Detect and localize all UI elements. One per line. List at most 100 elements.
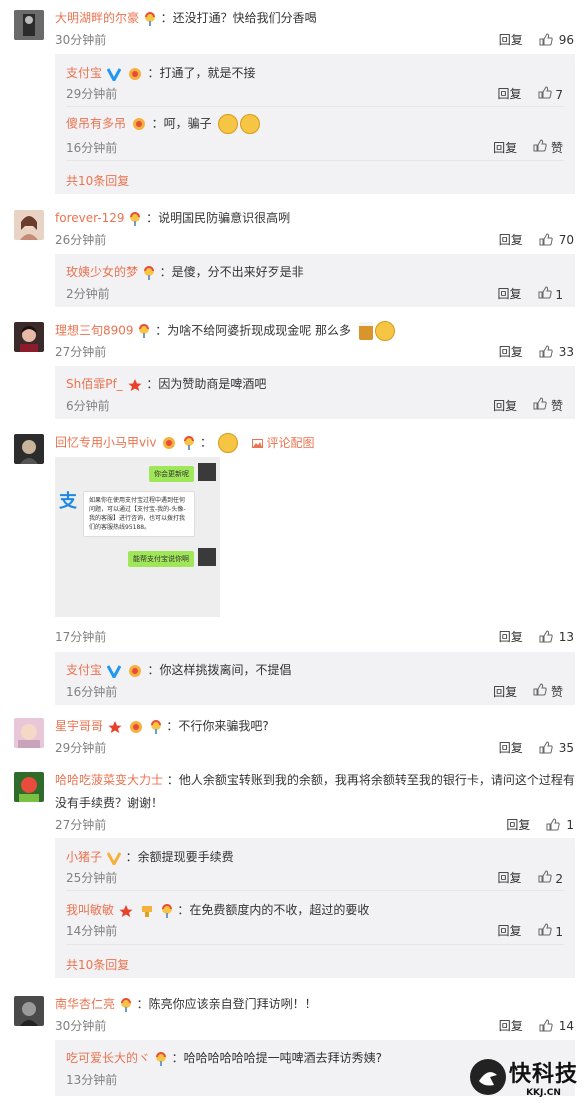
- avatar[interactable]: [14, 772, 44, 802]
- username[interactable]: 小猪子: [66, 850, 102, 864]
- avatar[interactable]: [14, 10, 44, 40]
- rainbow-badge-icon: [120, 997, 131, 1012]
- like-button[interactable]: 70: [539, 233, 574, 247]
- reply-button[interactable]: 回复: [499, 739, 523, 756]
- username[interactable]: 大明湖畔的尔豪: [55, 11, 139, 25]
- avatar[interactable]: [14, 210, 44, 240]
- like-count: 7: [555, 87, 563, 102]
- username[interactable]: forever-129: [55, 211, 125, 225]
- avatar[interactable]: [14, 718, 44, 748]
- verified-v-icon: [106, 664, 121, 678]
- like-button[interactable]: 赞: [533, 683, 563, 700]
- like-button[interactable]: 33: [539, 345, 574, 359]
- comment-text: ：还没打通？快给我们分香喝: [160, 11, 317, 25]
- red-star-icon: [128, 378, 142, 391]
- like-button[interactable]: 2: [538, 869, 563, 886]
- smile-emoji-icon: [374, 321, 395, 341]
- username[interactable]: 南华杏仁亮: [55, 997, 115, 1011]
- reply-button[interactable]: 回复: [498, 922, 522, 939]
- reply-button[interactable]: 回复: [498, 285, 522, 302]
- comment-text-continued: 没有手续费？谢谢！: [55, 796, 164, 810]
- colorful-badge-icon: [132, 118, 145, 130]
- reply-button[interactable]: 回复: [499, 628, 523, 645]
- username[interactable]: 哈哈吃菠菜变大力士: [55, 773, 163, 787]
- like-button[interactable]: 14: [539, 1019, 574, 1033]
- rainbow-badge-icon: [155, 1051, 166, 1066]
- thumbs-up-icon: [533, 683, 547, 696]
- username[interactable]: Sh佰霏Pf_: [66, 377, 123, 391]
- rainbow-badge-icon: [130, 211, 141, 226]
- comment-image-link-label: 评论配图: [266, 435, 315, 450]
- reply-button[interactable]: 回复: [498, 869, 522, 886]
- username[interactable]: 傻吊有多吊: [66, 117, 126, 131]
- avatar[interactable]: [14, 996, 44, 1026]
- reply-list: 支付宝 ：打通了，就是不接 29分钟前 回复 7 傻吊有多吊 ：呵，骗子 16分…: [55, 54, 575, 194]
- avatar[interactable]: [14, 434, 44, 464]
- thumbs-up-icon: [539, 233, 553, 246]
- thumbs-up-icon: [539, 345, 553, 358]
- reply-button[interactable]: 回复: [499, 1017, 523, 1034]
- rainbow-badge-icon: [184, 436, 195, 450]
- trophy-badge-icon: [141, 905, 152, 917]
- reply-button[interactable]: 回复: [493, 139, 517, 156]
- reply-text: ：因为赞助商是啤酒吧: [146, 377, 267, 391]
- chat-bubble: 你会更新呢: [149, 466, 194, 482]
- thumbs-up-icon: [539, 741, 553, 754]
- divider: [66, 106, 564, 107]
- thumbs-up-icon: [538, 285, 552, 298]
- like-button[interactable]: 赞: [533, 397, 563, 414]
- like-count: 1: [555, 287, 563, 302]
- reply-button[interactable]: 回复: [499, 31, 523, 48]
- site-watermark: 快科技 KKJ.CN: [469, 1056, 578, 1098]
- like-count: 赞: [550, 399, 563, 413]
- username[interactable]: 星宇哥哥: [55, 719, 103, 733]
- like-button[interactable]: 1: [546, 818, 574, 832]
- username[interactable]: 我叫敏敏: [66, 903, 114, 917]
- reply-list: 支付宝 ：你这样挑拨离间，不提倡 16分钟前 回复 赞: [55, 652, 575, 705]
- watermark-url: KKJ.CN: [526, 1088, 561, 1098]
- like-button[interactable]: 赞: [533, 139, 563, 156]
- reply-button[interactable]: 回复: [493, 397, 517, 414]
- username[interactable]: 支付宝: [66, 663, 102, 677]
- username[interactable]: 回忆专用小马甲viv: [55, 436, 157, 450]
- reply-button[interactable]: 回复: [499, 343, 523, 360]
- username[interactable]: 玫姨少女的梦: [66, 265, 138, 279]
- thumbs-up-icon: [538, 869, 552, 882]
- reply-list: 小猪子 ：余额提现要手续费 25分钟前 回复 2 我叫敏敏 ：在免费额度内的不收…: [55, 838, 575, 978]
- thumbs-up-icon: [538, 922, 552, 935]
- avatar[interactable]: [14, 322, 44, 352]
- like-count: 13: [558, 629, 574, 644]
- more-replies-link[interactable]: 共10条回复: [66, 172, 129, 189]
- like-count: 14: [558, 1018, 574, 1033]
- reply-button[interactable]: 回复: [493, 683, 517, 700]
- watermark-logo-icon: [469, 1059, 506, 1095]
- red-star-icon: [108, 720, 122, 733]
- reply-button[interactable]: 回复: [498, 85, 522, 102]
- rainbow-badge-icon: [144, 11, 155, 26]
- comment-image-link[interactable]: 评论配图: [251, 435, 315, 450]
- like-count: 35: [558, 740, 574, 755]
- like-button[interactable]: 96: [539, 33, 574, 47]
- like-count: 赞: [550, 141, 563, 155]
- reply-button[interactable]: 回复: [499, 231, 523, 248]
- like-button[interactable]: 1: [538, 285, 563, 302]
- comment-text: ：说明国民防骗意识很高咧: [146, 211, 291, 225]
- more-replies-link[interactable]: 共10条回复: [66, 956, 129, 973]
- username[interactable]: 理想三旬8909: [55, 324, 134, 338]
- reply-list: 玫姨少女的梦 ：是傻，分不出来好歹是非 2分钟前 回复 1: [55, 254, 575, 307]
- like-count: 赞: [550, 685, 563, 699]
- reply-button[interactable]: 回复: [506, 816, 530, 833]
- thumbs-up-icon: [546, 818, 561, 831]
- username[interactable]: 吃可爱长大的ヾ: [66, 1051, 150, 1065]
- reply-list: Sh佰霏Pf_ ：因为赞助商是啤酒吧 6分钟前 回复 赞: [55, 366, 575, 419]
- like-button[interactable]: 7: [538, 85, 563, 102]
- thumbs-up-icon: [539, 33, 553, 46]
- comment-image[interactable]: 你会更新呢 支 如果你在使用支付宝过程中遇到任何问题，可以通过【支付宝-我的-头…: [55, 457, 220, 617]
- username[interactable]: 支付宝: [66, 66, 102, 80]
- like-button[interactable]: 35: [539, 741, 574, 755]
- like-button[interactable]: 1: [538, 922, 563, 939]
- like-button[interactable]: 13: [539, 630, 574, 644]
- rainbow-badge-icon: [139, 324, 150, 338]
- timestamp: 27分钟前: [55, 345, 107, 359]
- timestamp: 30分钟前: [55, 1019, 107, 1033]
